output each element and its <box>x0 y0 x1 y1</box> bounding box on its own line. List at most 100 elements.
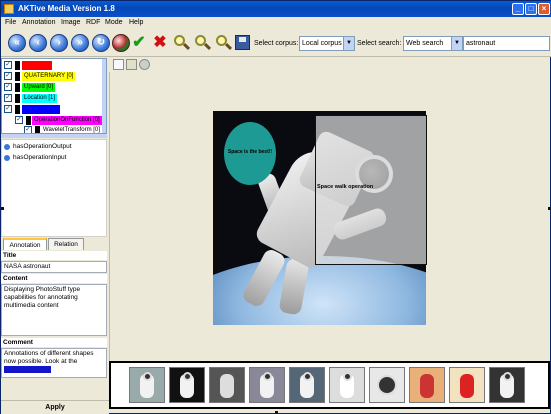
comment-text: Annotations of different shapes now poss… <box>4 350 94 365</box>
tree-item[interactable]: ✓ QUATERNARY [0] <box>2 71 106 82</box>
checkbox[interactable]: ✓ <box>4 105 12 113</box>
astronaut-thumb-9[interactable] <box>449 367 485 403</box>
refresh-icon[interactable]: ↻ <box>92 34 110 52</box>
search-input-value: astronaut <box>466 40 496 47</box>
window-title: AKTive Media Version 1.8 <box>18 4 115 13</box>
tree-item-label <box>22 61 52 70</box>
tree-item-label: Upward [0] <box>22 83 56 92</box>
title-bar[interactable]: AKTive Media Version 1.8 _ □ × <box>1 1 551 17</box>
search-input[interactable]: astronaut <box>463 36 550 51</box>
color-swatch <box>15 94 20 103</box>
menu-file[interactable]: File <box>5 19 16 26</box>
minimize-button[interactable]: _ <box>512 3 524 15</box>
drawing-tools <box>111 58 157 71</box>
color-swatch <box>26 116 31 125</box>
rectangle-annotation[interactable] <box>315 115 427 265</box>
checkbox[interactable]: ✓ <box>4 61 12 69</box>
title-label: Title <box>1 251 107 260</box>
select-tool-icon[interactable] <box>113 59 124 70</box>
forward-icon[interactable]: » <box>71 34 89 52</box>
tree-item-label: OperationOnFunction [0] <box>32 116 102 125</box>
tree-item-label: Location [1] <box>22 94 58 103</box>
list-item[interactable]: hasOperationOutput <box>2 142 108 152</box>
check-icon[interactable]: ✔ <box>130 34 148 52</box>
checkbox[interactable]: ✓ <box>4 83 12 91</box>
menu-image[interactable]: Image <box>61 19 80 26</box>
close-button[interactable]: × <box>538 3 550 15</box>
tree-vertical-scrollbar[interactable] <box>102 59 106 133</box>
rectangle-tool-icon[interactable] <box>126 59 137 70</box>
tab-relation[interactable]: Relation <box>48 238 84 250</box>
zoom-out-icon[interactable] <box>214 34 233 52</box>
left-panel: ✓ ✓ QUATERNARY [0] ✓ Upward [0] ✓ Locati… <box>1 58 109 414</box>
select-corpus-label: Select corpus: <box>254 40 299 47</box>
save-icon[interactable] <box>235 35 250 50</box>
property-icon <box>4 155 10 161</box>
content-field[interactable]: Displaying PhotoStuff type capabilities … <box>1 284 107 336</box>
checkbox[interactable]: ✓ <box>15 116 23 124</box>
menu-help[interactable]: Help <box>129 19 143 26</box>
astronaut-thumb-3[interactable] <box>209 367 245 403</box>
comment-field[interactable]: Annotations of different shapes now poss… <box>1 348 107 378</box>
comment-highlight <box>4 366 51 373</box>
maximize-button[interactable]: □ <box>525 3 537 15</box>
corpus-select-value: Local corpus <box>302 40 342 47</box>
corpus-select[interactable]: Local corpus ▼ <box>299 36 355 51</box>
checkbox[interactable]: ✓ <box>24 126 32 133</box>
apply-button[interactable]: Apply <box>1 400 109 414</box>
checkbox[interactable]: ✓ <box>4 72 12 80</box>
astronaut-thumb-1[interactable] <box>129 367 165 403</box>
rectangle-annotation-label: Space walk operation <box>317 184 374 190</box>
ellipse-tool-icon[interactable] <box>139 59 150 70</box>
astronaut-thumb-2[interactable] <box>169 367 205 403</box>
list-item[interactable]: hasOperationInput <box>2 153 108 163</box>
ontology-tree[interactable]: ✓ ✓ QUATERNARY [0] ✓ Upward [0] ✓ Locati… <box>1 58 107 134</box>
menu-bar: File Annotation Image RDF Mode Help <box>1 17 551 30</box>
back-icon[interactable]: ‹ <box>29 34 47 52</box>
astronaut-thumb-10[interactable] <box>489 367 525 403</box>
astronaut-thumb-5[interactable] <box>289 367 325 403</box>
color-swatch <box>15 72 20 81</box>
astronaut-thumb-6[interactable] <box>329 367 365 403</box>
back-icon[interactable]: « <box>8 34 26 52</box>
menu-mode[interactable]: Mode <box>105 19 123 26</box>
tab-annotation[interactable]: Annotation <box>3 238 47 250</box>
astronaut-thumb-7[interactable] <box>369 367 405 403</box>
property-label: hasOperationOutput <box>13 143 72 150</box>
menu-rdf[interactable]: RDF <box>86 19 100 26</box>
comment-label: Comment <box>1 338 107 347</box>
property-icon <box>4 144 10 150</box>
globe-icon[interactable] <box>112 34 130 52</box>
color-swatch <box>35 126 40 133</box>
tree-item[interactable]: ✓ <box>2 60 106 71</box>
tree-item-label: WaveletTransform [0] <box>41 126 102 133</box>
astronaut-thumb-8[interactable] <box>409 367 445 403</box>
content-label: Content <box>1 274 107 283</box>
chevron-down-icon[interactable]: ▼ <box>343 37 354 50</box>
search-type-select[interactable]: Web search ▼ <box>403 36 463 51</box>
title-field[interactable]: NASA astronaut <box>1 261 107 273</box>
property-list[interactable]: hasOperationOutput hasOperationInput <box>1 139 107 237</box>
tree-item[interactable]: ✓ Location [1] <box>2 93 106 104</box>
chevron-down-icon[interactable]: ▼ <box>451 37 462 50</box>
app-logo-icon <box>4 4 14 14</box>
color-swatch <box>15 83 20 92</box>
zoom-icon[interactable] <box>193 34 212 52</box>
tree-item[interactable]: ✓ <box>2 104 106 115</box>
menu-annotation[interactable]: Annotation <box>22 19 55 26</box>
thumbnail-strip <box>109 361 550 409</box>
tree-item-label <box>22 105 60 114</box>
tree-item[interactable]: ✓ WaveletTransform [0] <box>2 125 106 133</box>
checkbox[interactable]: ✓ <box>4 94 12 102</box>
resize-handle[interactable] <box>1 207 4 210</box>
zoom-in-icon[interactable] <box>172 34 191 52</box>
property-label: hasOperationInput <box>13 154 67 161</box>
ellipse-annotation-label: Space is the best!! <box>227 149 273 155</box>
astronaut-thumb-4[interactable] <box>249 367 285 403</box>
tab-bar: Annotation Relation <box>1 238 107 250</box>
forward-icon[interactable]: › <box>50 34 68 52</box>
tree-horizontal-scrollbar[interactable] <box>1 134 107 138</box>
tree-item[interactable]: ✓ Upward [0] <box>2 82 106 93</box>
search-type-value: Web search <box>406 40 444 47</box>
delete-icon[interactable]: ✖ <box>151 34 169 52</box>
